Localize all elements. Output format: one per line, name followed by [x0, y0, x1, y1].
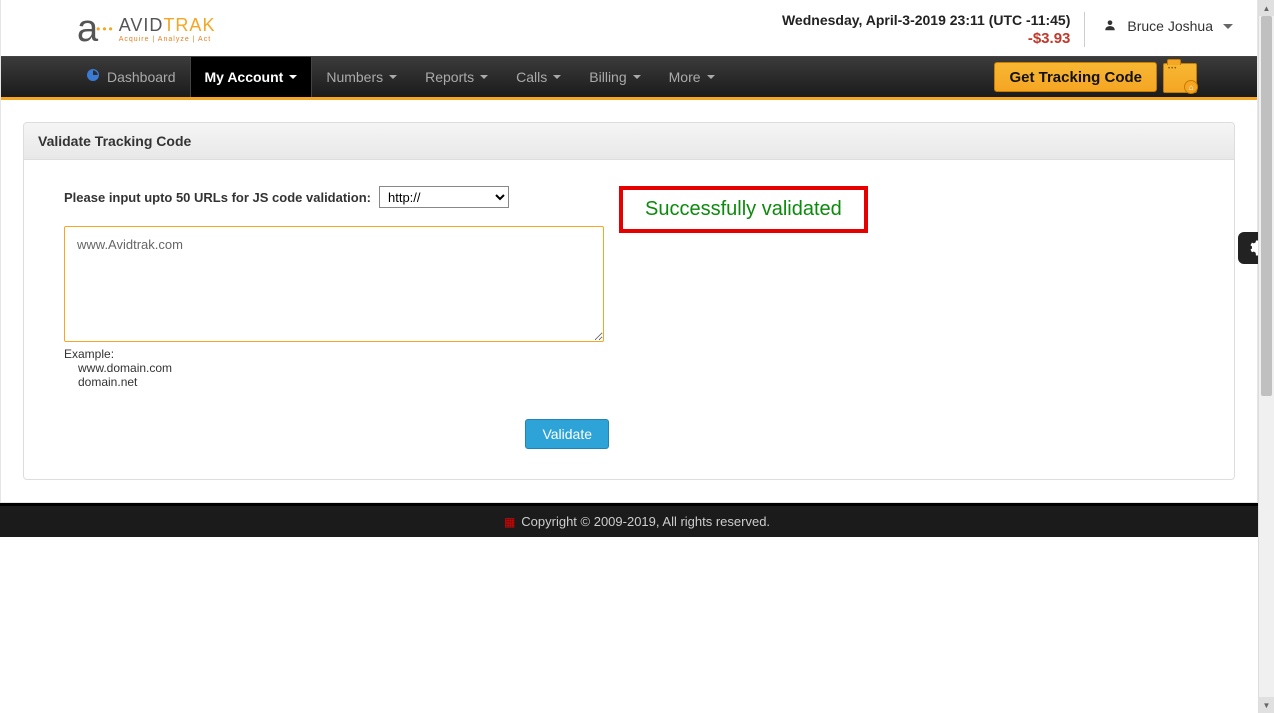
- url-input-label: Please input upto 50 URLs for JS code va…: [64, 190, 371, 205]
- get-tracking-code-button[interactable]: Get Tracking Code: [994, 62, 1157, 92]
- nav-calls[interactable]: Calls: [502, 57, 575, 97]
- nav-billing[interactable]: Billing: [575, 57, 654, 97]
- success-message: Successfully validated: [619, 186, 868, 233]
- footer: ▦Copyright © 2009-2019, All rights reser…: [0, 503, 1274, 537]
- folder-home-icon[interactable]: ••• ⌂: [1163, 63, 1197, 93]
- nav-dashboard[interactable]: Dashboard: [71, 57, 190, 97]
- logo[interactable]: a ••• AVIDTRAK Acquire | Analyze | Act: [77, 10, 215, 48]
- caret-down-icon: [389, 75, 397, 79]
- user-menu[interactable]: Bruce Joshua: [1103, 12, 1233, 35]
- user-icon: [1103, 18, 1117, 35]
- example-text: Example: www.domain.com domain.net: [64, 347, 609, 389]
- nav-reports[interactable]: Reports: [411, 57, 502, 97]
- logo-tagline: Acquire | Analyze | Act: [119, 36, 216, 43]
- grid-icon: ▦: [504, 515, 515, 529]
- scrollbar[interactable]: ▲ ▼: [1258, 0, 1274, 713]
- scroll-thumb[interactable]: [1261, 16, 1272, 396]
- logo-mark-icon: a: [77, 10, 98, 48]
- urls-textarea[interactable]: [64, 226, 604, 342]
- validate-button[interactable]: Validate: [525, 419, 609, 449]
- logo-brand: AVIDTRAK: [119, 15, 216, 36]
- content: Validate Tracking Code Please input upto…: [1, 100, 1257, 502]
- header: a ••• AVIDTRAK Acquire | Analyze | Act W…: [1, 0, 1257, 56]
- datetime-balance: Wednesday, April-3-2019 23:11 (UTC -11:4…: [782, 12, 1085, 47]
- caret-down-icon: [553, 75, 561, 79]
- nav-more[interactable]: More: [655, 57, 729, 97]
- dashboard-icon: [85, 67, 101, 88]
- nav-my-account[interactable]: My Account: [190, 57, 313, 97]
- protocol-select[interactable]: http://: [379, 186, 509, 208]
- scroll-down-icon[interactable]: ▼: [1259, 697, 1274, 713]
- balance: -$3.93: [782, 30, 1070, 47]
- navbar: Dashboard My Account Numbers Reports Cal…: [1, 56, 1257, 100]
- validate-panel: Validate Tracking Code Please input upto…: [23, 122, 1235, 480]
- caret-down-icon: [1223, 24, 1233, 29]
- nav-numbers[interactable]: Numbers: [312, 57, 411, 97]
- panel-title: Validate Tracking Code: [24, 123, 1234, 160]
- caret-down-icon: [707, 75, 715, 79]
- user-name: Bruce Joshua: [1127, 18, 1213, 34]
- datetime: Wednesday, April-3-2019 23:11 (UTC -11:4…: [782, 12, 1070, 28]
- caret-down-icon: [289, 75, 297, 79]
- scroll-up-icon[interactable]: ▲: [1259, 0, 1274, 16]
- logo-dots-icon: •••: [96, 22, 115, 36]
- caret-down-icon: [633, 75, 641, 79]
- caret-down-icon: [480, 75, 488, 79]
